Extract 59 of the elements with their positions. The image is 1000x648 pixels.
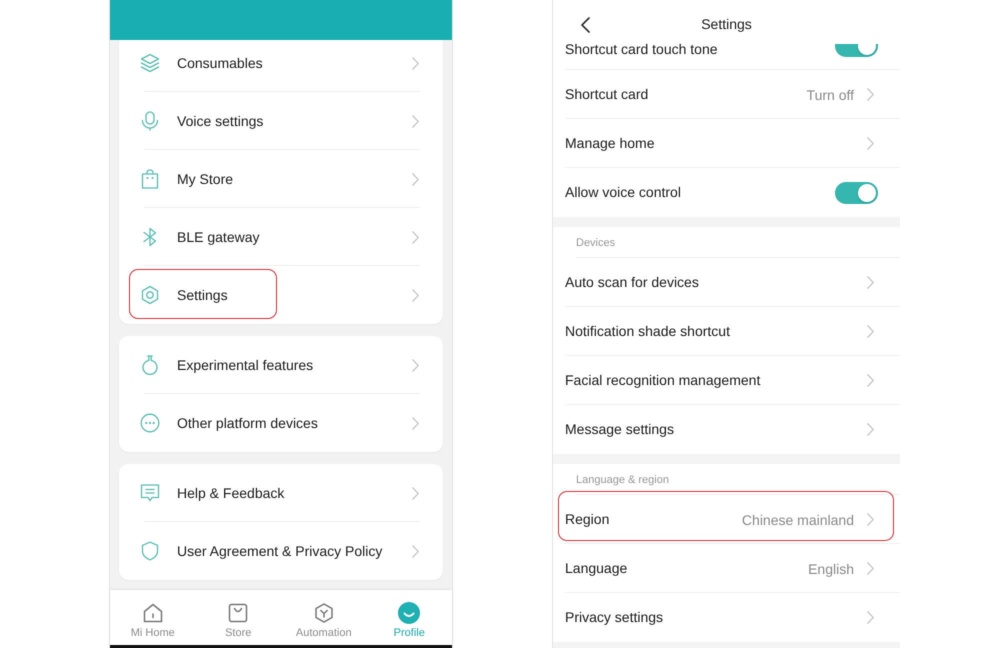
chevron-right-icon [412,486,419,500]
layers-icon [140,53,160,73]
chevron-right-icon [867,276,874,289]
chevron-right-icon [412,172,419,186]
chevron-right-icon [412,56,419,70]
chevron-right-icon [412,416,419,430]
home-icon [142,603,163,623]
menu-item[interactable]: Experimental features [119,336,443,394]
chevron-right-icon [867,325,874,338]
back-icon[interactable] [581,17,590,33]
chevron-right-icon [867,137,874,150]
menu-item[interactable]: Other platform devices [119,394,443,452]
shield-icon [140,541,160,561]
settings-row[interactable]: Manage home [553,119,900,168]
dots-circle-icon [140,413,160,433]
chevron-right-icon [867,374,874,387]
chevron-right-icon [867,88,874,101]
section-header: Devices [576,236,616,248]
chevron-right-icon [412,288,419,302]
chevron-right-icon [867,611,874,624]
settings-row[interactable]: Privacy settings [553,593,900,642]
menu-item[interactable]: User Agreement & Privacy Policy [119,522,443,580]
screen-title: Settings [701,16,752,32]
settings-row[interactable]: Auto scan for devices [553,258,900,307]
microphone-icon [140,111,160,131]
settings-row[interactable]: Message settings [553,405,900,454]
chevron-right-icon [412,544,419,558]
chat-bubble-icon [140,483,160,503]
chevron-right-icon [412,230,419,244]
setting-label: Allow voice control [565,184,682,201]
settings-row[interactable]: Region Chinese mainland [553,495,900,544]
toggle-switch[interactable] [835,44,878,57]
shopping-bag-icon [140,169,160,189]
chevron-right-icon [412,358,419,372]
chevron-right-icon [867,423,874,436]
chevron-right-icon [412,114,419,128]
setting-value: English [808,560,854,576]
setting-value: Turn off [806,86,854,102]
menu-item[interactable]: Help & Feedback [119,464,443,522]
chevron-right-icon [867,513,874,526]
smile-icon [398,602,420,624]
menu-item[interactable]: BLE gateway [119,208,443,266]
bag-icon [228,603,248,623]
menu-item[interactable]: Voice settings [119,92,443,150]
section-header: Language & region [576,474,669,486]
menu-item[interactable]: Consumables [119,40,443,92]
setting-label: Shortcut card touch tone [565,41,719,57]
setting-value: Chinese mainland [742,512,854,528]
settings-row[interactable]: Shortcut card Turn off [553,70,900,119]
menu-item[interactable]: My Store [119,150,443,208]
settings-row[interactable]: Language English [553,544,900,593]
hexagon-icon [314,603,334,623]
flask-icon [140,355,160,375]
settings-icon [140,285,160,305]
toggle-switch[interactable] [835,182,878,204]
settings-row[interactable]: Facial recognition management [553,356,900,405]
chevron-right-icon [867,562,874,575]
settings-row[interactable]: Notification shade shortcut [553,307,900,356]
menu-item[interactable]: Settings [119,266,443,324]
